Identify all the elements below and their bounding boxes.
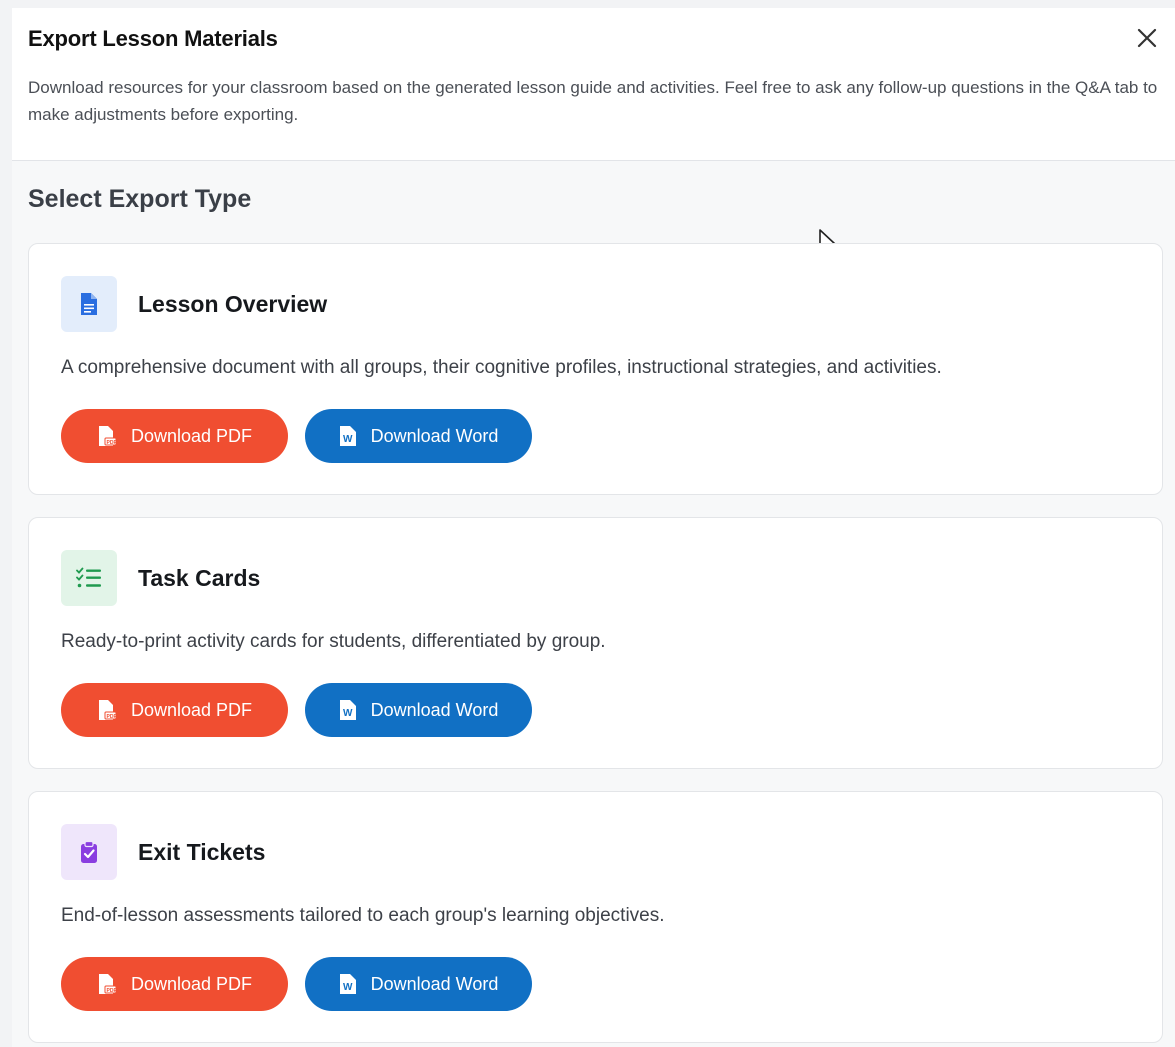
task-cards-card: Task Cards Ready-to-print activity cards… xyxy=(28,517,1163,769)
exit-tickets-card: Exit Tickets End-of-lesson assessments t… xyxy=(28,791,1163,1043)
dialog-description: Download resources for your classroom ba… xyxy=(28,78,1158,124)
download-word-button[interactable]: W Download Word xyxy=(305,957,532,1011)
card-description: Ready-to-print activity cards for studen… xyxy=(61,631,606,652)
card-title: Task Cards xyxy=(138,564,261,591)
word-file-icon: W xyxy=(339,699,357,721)
download-pdf-button[interactable]: PDF Download PDF xyxy=(61,957,288,1011)
close-button[interactable] xyxy=(1135,26,1159,50)
document-icon xyxy=(81,293,97,315)
dialog-header: Export Lesson Materials Download resourc… xyxy=(12,8,1175,161)
pdf-file-icon: PDF xyxy=(97,425,117,447)
pdf-file-icon: PDF xyxy=(97,699,117,721)
export-dialog: Export Lesson Materials Download resourc… xyxy=(12,8,1175,1047)
download-pdf-label: Download PDF xyxy=(130,425,253,446)
word-file-icon: W xyxy=(339,425,357,447)
lesson-overview-card: Lesson Overview A comprehensive document… xyxy=(28,243,1163,495)
download-pdf-button[interactable]: PDF Download PDF xyxy=(61,683,288,737)
pdf-file-icon: PDF xyxy=(97,973,117,995)
download-word-label: Download Word xyxy=(370,973,499,994)
dialog-title: Export Lesson Materials xyxy=(28,26,278,51)
svg-text:W: W xyxy=(343,434,353,445)
exit-tickets-icon-box xyxy=(61,824,117,880)
card-title: Exit Tickets xyxy=(138,838,266,865)
download-word-label: Download Word xyxy=(370,425,499,446)
svg-text:W: W xyxy=(343,708,353,719)
close-icon xyxy=(1137,28,1157,48)
card-description: A comprehensive document with all groups… xyxy=(61,357,942,378)
lesson-overview-icon-box xyxy=(61,276,117,332)
card-title: Lesson Overview xyxy=(138,290,328,317)
download-pdf-label: Download PDF xyxy=(130,699,253,720)
dialog-body: Select Export Type Lesson Overview A com… xyxy=(12,185,1175,1043)
download-word-button[interactable]: W Download Word xyxy=(305,683,532,737)
checklist-icon xyxy=(76,567,101,588)
word-file-icon: W xyxy=(339,973,357,995)
svg-text:PDF: PDF xyxy=(106,988,116,994)
task-cards-icon-box xyxy=(61,550,117,606)
svg-text:PDF: PDF xyxy=(106,714,116,720)
card-description: End-of-lesson assessments tailored to ea… xyxy=(61,905,665,926)
download-pdf-label: Download PDF xyxy=(130,973,253,994)
download-word-button[interactable]: W Download Word xyxy=(305,409,532,463)
download-word-label: Download Word xyxy=(370,699,499,720)
svg-text:PDF: PDF xyxy=(106,440,116,446)
clipboard-check-icon xyxy=(81,840,97,863)
section-title: Select Export Type xyxy=(28,185,252,213)
svg-text:W: W xyxy=(343,982,353,993)
download-pdf-button[interactable]: PDF Download PDF xyxy=(61,409,288,463)
